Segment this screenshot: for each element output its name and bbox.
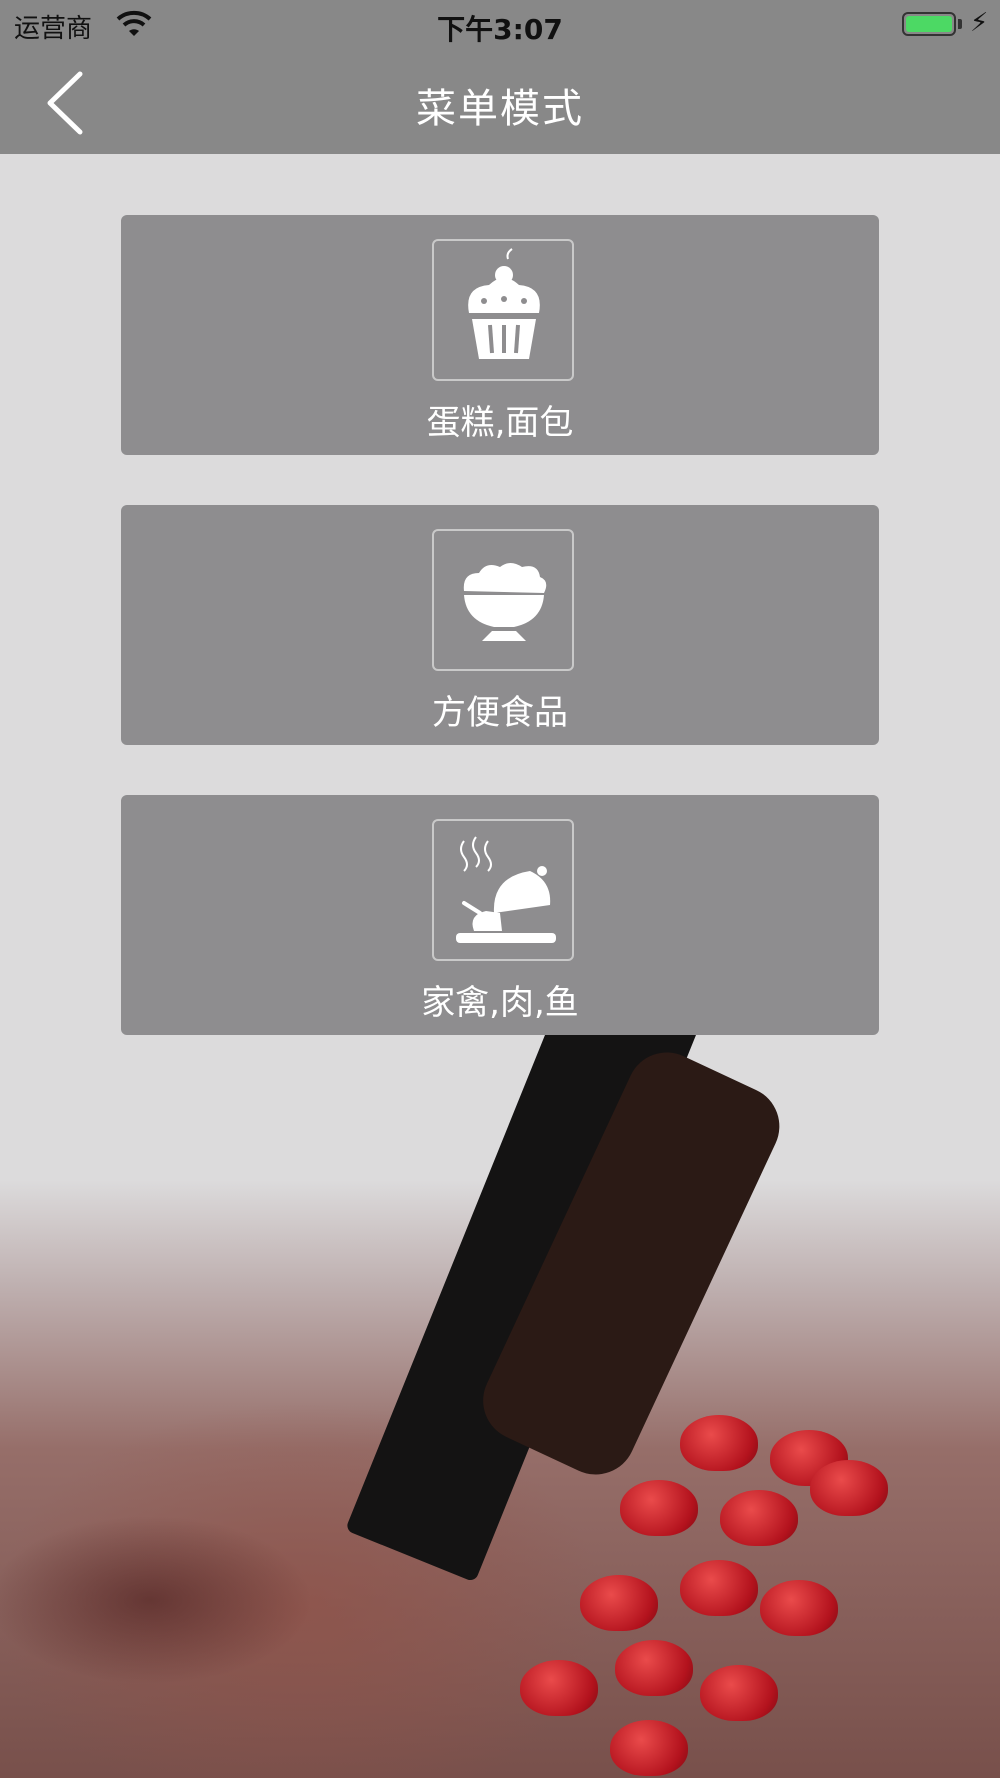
battery-icon: [902, 12, 956, 36]
strawberry: [720, 1490, 798, 1546]
strawberry: [520, 1660, 598, 1716]
menu-item-poultry-meat-fish[interactable]: 家禽,肉,鱼: [121, 795, 879, 1035]
navigation-bar: 菜单模式: [0, 50, 1000, 154]
strawberry: [615, 1640, 693, 1696]
icon-frame: [432, 529, 574, 671]
strawberry: [610, 1720, 688, 1776]
menu-item-label: 家禽,肉,鱼: [421, 983, 579, 1023]
menu-item-label: 方便食品: [432, 693, 568, 733]
strawberry: [580, 1575, 658, 1631]
strawberry: [760, 1580, 838, 1636]
icon-frame: [432, 819, 574, 961]
menu-item-cake-bread[interactable]: 蛋糕,面包: [121, 215, 879, 455]
menu-item-label: 蛋糕,面包: [426, 403, 574, 443]
bowl-icon: [463, 563, 547, 641]
cupcake-icon: [468, 248, 540, 359]
status-time: 下午3:07: [437, 13, 563, 46]
icon-frame: [432, 239, 574, 381]
battery-fill: [906, 16, 952, 32]
battery-cap: [958, 19, 962, 29]
strawberry: [680, 1560, 758, 1616]
menu-item-convenience-food[interactable]: 方便食品: [121, 505, 879, 745]
strawberry: [700, 1665, 778, 1721]
page-title: 菜单模式: [416, 86, 584, 132]
charging-bolt-icon: ⚡: [970, 8, 989, 38]
cloche-icon: [456, 836, 556, 943]
status-bar: 运营商 下午3:07 ⚡: [0, 0, 1000, 50]
strawberry: [810, 1460, 888, 1516]
strawberry: [680, 1415, 758, 1471]
strawberry: [620, 1480, 698, 1536]
